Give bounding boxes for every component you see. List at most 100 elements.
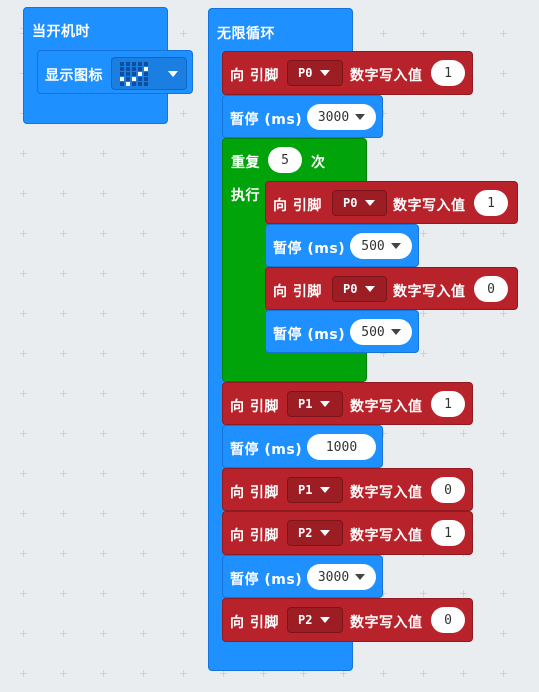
grid-plus: +	[418, 427, 429, 440]
grid-plus: +	[58, 507, 69, 520]
grid-plus: +	[138, 387, 149, 400]
digital-write-label: 数字写入值	[393, 284, 466, 300]
grid-plus: +	[58, 147, 69, 160]
value-input[interactable]: 1	[431, 60, 465, 86]
grid-plus: +	[458, 147, 469, 160]
grid-plus: +	[498, 507, 509, 520]
grid-plus: +	[98, 427, 109, 440]
pin-dropdown[interactable]: P0	[287, 60, 343, 86]
grid-plus: +	[378, 27, 389, 40]
grid-plus: +	[18, 347, 29, 360]
grid-plus: +	[498, 27, 509, 40]
grid-plus: +	[178, 107, 189, 120]
digital-write-block[interactable]: 向 引脚 P2 数字写入值 1	[222, 511, 473, 555]
grid-plus: +	[378, 147, 389, 160]
pause-ms-input[interactable]: 500	[350, 319, 412, 345]
digital-write-block[interactable]: 向 引脚 P2 数字写入值 0	[222, 598, 473, 642]
grid-plus: +	[58, 227, 69, 240]
pin-dropdown[interactable]: P1	[287, 477, 343, 503]
pause-block[interactable]: 暂停 (ms) 1000	[222, 425, 383, 468]
grid-plus: +	[98, 467, 109, 480]
pause-block[interactable]: 暂停 (ms) 500	[265, 310, 419, 353]
grid-plus: +	[178, 147, 189, 160]
pause-ms-input[interactable]: 1000	[307, 434, 376, 460]
grid-plus: +	[178, 267, 189, 280]
grid-plus: +	[138, 267, 149, 280]
pause-ms-input[interactable]: 500	[350, 233, 412, 259]
grid-plus: +	[18, 307, 29, 320]
grid-plus: +	[98, 267, 109, 280]
grid-plus: +	[138, 427, 149, 440]
grid-plus: +	[18, 587, 29, 600]
value-input[interactable]: 0	[474, 276, 508, 302]
repeat-count-input[interactable]: 5	[268, 147, 302, 173]
grid-plus: +	[18, 427, 29, 440]
grid-plus: +	[18, 267, 29, 280]
pin-dropdown[interactable]: P0	[332, 190, 387, 216]
pause-label: 暂停 (ms)	[230, 112, 303, 128]
pause-block[interactable]: 暂停 (ms) 500	[265, 224, 419, 267]
grid-plus: +	[418, 667, 429, 680]
grid-plus: +	[418, 227, 429, 240]
grid-plus: +	[18, 387, 29, 400]
grid-plus: +	[58, 667, 69, 680]
icon-picker[interactable]	[111, 57, 187, 90]
grid-plus: +	[58, 427, 69, 440]
pin-dropdown[interactable]: P2	[287, 520, 343, 546]
digital-write-block[interactable]: 向 引脚 P0 数字写入值 1	[265, 181, 518, 224]
value-input[interactable]: 0	[431, 477, 465, 503]
digital-write-label: 数字写入值	[350, 528, 423, 544]
pause-block[interactable]: 暂停 (ms) 3000	[222, 555, 383, 598]
pause-label: 暂停 (ms)	[230, 442, 303, 458]
pause-label: 暂停 (ms)	[273, 241, 346, 257]
grid-plus: +	[458, 27, 469, 40]
repeat-label: 重复	[231, 155, 260, 171]
digital-write-block[interactable]: 向 引脚 P1 数字写入值 1	[222, 382, 473, 425]
grid-plus: +	[498, 347, 509, 360]
pin-dropdown[interactable]: P2	[287, 607, 343, 633]
grid-plus: +	[58, 347, 69, 360]
forever-header: 无限循环	[217, 26, 275, 42]
grid-plus: +	[178, 587, 189, 600]
grid-plus: +	[498, 67, 509, 80]
grid-plus: +	[178, 307, 189, 320]
value-input[interactable]: 0	[431, 607, 465, 633]
value-input[interactable]: 1	[431, 520, 465, 546]
digital-write-block[interactable]: 向 引脚 P0 数字写入值 0	[265, 267, 518, 310]
pin-dropdown[interactable]: P1	[287, 391, 343, 417]
grid-plus: +	[18, 467, 29, 480]
grid-plus: +	[58, 267, 69, 280]
pin-to-label: 向 引脚	[230, 68, 279, 84]
pause-block[interactable]: 暂停 (ms) 3000	[222, 95, 383, 138]
value-input[interactable]: 1	[431, 391, 465, 417]
digital-write-block[interactable]: 向 引脚 P0 数字写入值 1	[222, 51, 473, 95]
grid-plus: +	[58, 187, 69, 200]
grid-plus: +	[418, 347, 429, 360]
grid-plus: +	[98, 387, 109, 400]
grid-plus: +	[18, 547, 29, 560]
grid-plus: +	[458, 227, 469, 240]
grid-plus: +	[138, 587, 149, 600]
pin-to-label: 向 引脚	[230, 528, 279, 544]
pause-ms-input[interactable]: 3000	[307, 564, 376, 590]
pin-to-label: 向 引脚	[273, 198, 322, 214]
grid-plus: +	[178, 187, 189, 200]
grid-plus: +	[98, 667, 109, 680]
grid-plus: +	[18, 627, 29, 640]
grid-plus: +	[18, 507, 29, 520]
grid-plus: +	[58, 627, 69, 640]
grid-plus: +	[178, 427, 189, 440]
pin-to-label: 向 引脚	[230, 399, 279, 415]
value-input[interactable]: 1	[474, 190, 508, 216]
grid-plus: +	[178, 467, 189, 480]
grid-plus: +	[58, 467, 69, 480]
grid-plus: +	[138, 667, 149, 680]
grid-plus: +	[138, 307, 149, 320]
digital-write-block[interactable]: 向 引脚 P1 数字写入值 0	[222, 468, 473, 511]
on-start-header: 当开机时	[32, 24, 90, 40]
show-icon-block[interactable]: 显示图标	[37, 50, 193, 94]
pause-ms-input[interactable]: 3000	[307, 104, 376, 130]
grid-plus: +	[138, 507, 149, 520]
pin-dropdown[interactable]: P0	[332, 276, 387, 302]
grid-plus: +	[178, 507, 189, 520]
